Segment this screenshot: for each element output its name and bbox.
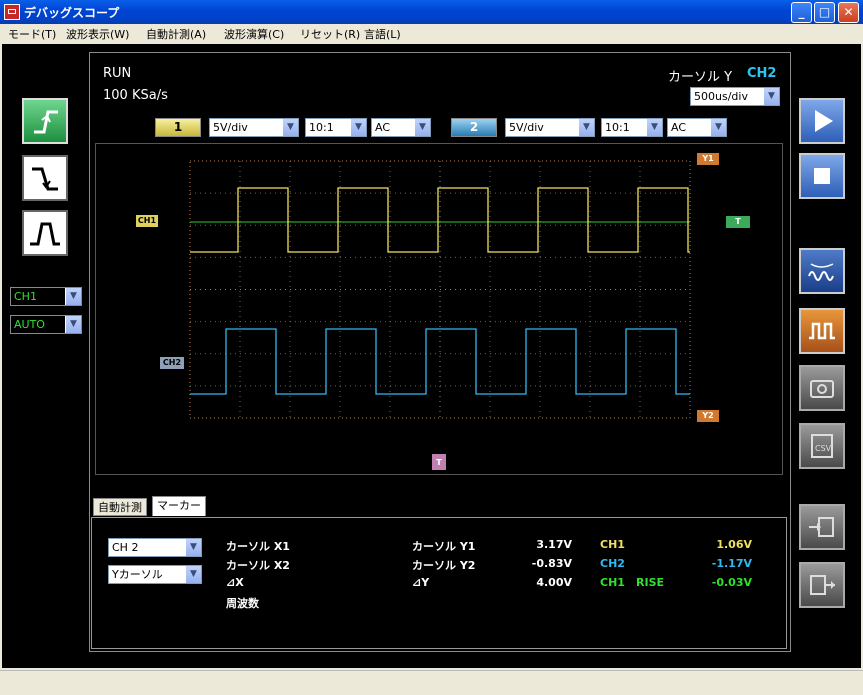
trigger-level-marker[interactable]: T — [726, 216, 750, 228]
csv-icon: CSV — [811, 434, 833, 458]
window-title: デバッグスコープ — [24, 6, 120, 20]
marker-channel-select[interactable]: CH 2 ▼ — [108, 538, 202, 557]
cursor-y2-label: カーソル Y2 — [412, 559, 476, 572]
waveform-display — [189, 160, 691, 419]
ch2-volt-div-select[interactable]: 5V/div ▼ — [505, 118, 595, 137]
delta-x-label: ⊿X — [226, 576, 244, 589]
menu-waveform-display[interactable]: 波形表示(W) — [66, 26, 129, 42]
cursor-y1-value: 3.17V — [536, 538, 572, 551]
screenshot-button[interactable] — [799, 365, 845, 411]
status-bar — [0, 670, 863, 695]
play-icon — [815, 110, 833, 132]
menu-bar: モード(T) 波形表示(W) 自動計測(A) 波形演算(C) リセット(R) 言… — [0, 24, 863, 44]
cursor-y1-marker[interactable]: Y1 — [697, 153, 719, 165]
tab-marker[interactable]: マーカー — [152, 496, 206, 516]
ch1-level-name: CH1 — [600, 538, 625, 551]
trigger-channel-name: CH1 — [600, 576, 625, 589]
cursor-y2-value: -0.83V — [531, 557, 572, 570]
delta-y-value: 4.00V — [536, 576, 572, 589]
app-window: デバッグスコープ _ □ ✕ モード(T) 波形表示(W) 自動計測(A) 波形… — [0, 0, 863, 695]
falling-edge-icon — [32, 167, 58, 191]
tab-auto-measure[interactable]: 自動計測 — [93, 498, 147, 516]
app-icon — [4, 4, 20, 20]
title-bar: デバッグスコープ _ □ ✕ — [0, 0, 863, 24]
sample-rate: 100 KSa/s — [103, 88, 168, 103]
ch1-button[interactable]: 1 — [155, 118, 201, 137]
trigger-source-select[interactable]: CH1 ▼ — [10, 287, 82, 306]
trigger-edge-type: RISE — [636, 576, 664, 589]
export-icon — [810, 575, 835, 595]
delta-y-label: ⊿Y — [412, 576, 430, 589]
minimize-icon[interactable]: _ — [791, 2, 812, 23]
run-status: RUN — [103, 66, 132, 81]
ch2-level-value: -1.17V — [711, 557, 752, 570]
waveform-icon — [808, 263, 834, 281]
camera-icon — [810, 380, 834, 398]
menu-waveform-math[interactable]: 波形演算(C) — [224, 26, 284, 42]
ch2-level-marker[interactable]: CH2 — [160, 357, 184, 369]
rising-edge-icon — [34, 110, 58, 134]
stop-button[interactable] — [799, 153, 845, 199]
ch2-coupling-select[interactable]: AC ▼ — [667, 118, 727, 137]
trigger-falling-button[interactable] — [22, 155, 68, 201]
both-edge-icon — [30, 222, 60, 246]
ch2-level-name: CH2 — [600, 557, 625, 570]
timebase-select[interactable]: 500us/div ▼ — [690, 87, 780, 106]
cursor-mode-label: カーソル Y — [668, 70, 733, 85]
cursor-mode-channel: CH2 — [747, 66, 777, 81]
pulse-icon — [809, 322, 835, 340]
trigger-both-edge-button[interactable] — [22, 210, 68, 256]
menu-language[interactable]: 言語(L) — [364, 26, 401, 42]
maximize-icon[interactable]: □ — [814, 2, 835, 23]
import-icon — [809, 517, 834, 537]
svg-text:CSV: CSV — [815, 444, 832, 453]
csv-export-button[interactable]: CSV — [799, 423, 845, 469]
menu-mode[interactable]: モード(T) — [8, 26, 56, 42]
ch1-coupling-select[interactable]: AC ▼ — [371, 118, 431, 137]
ch1-level-value: 1.06V — [716, 538, 752, 551]
stop-icon — [814, 168, 830, 184]
ch2-probe-select[interactable]: 10:1 ▼ — [601, 118, 663, 137]
trigger-level-value: -0.03V — [711, 576, 752, 589]
run-button[interactable] — [799, 98, 845, 144]
trigger-mode-select[interactable]: AUTO ▼ — [10, 315, 82, 334]
waveform-display-button[interactable] — [799, 248, 845, 294]
trigger-position-marker[interactable]: T — [432, 454, 446, 470]
ch1-level-marker[interactable]: CH1 — [136, 215, 158, 227]
export-button[interactable] — [799, 562, 845, 608]
scope-screen[interactable] — [95, 143, 783, 475]
import-button[interactable] — [799, 504, 845, 550]
cursor-type-select[interactable]: Yカーソル ▼ — [108, 565, 202, 584]
trigger-rising-button[interactable] — [22, 98, 68, 144]
cursor-x1-label: カーソル X1 — [226, 540, 290, 553]
ch1-probe-select[interactable]: 10:1 ▼ — [305, 118, 367, 137]
cursor-y1-label: カーソル Y1 — [412, 540, 476, 553]
ch1-volt-div-select[interactable]: 5V/div ▼ — [209, 118, 299, 137]
menu-auto-measure[interactable]: 自動計測(A) — [146, 26, 206, 42]
frequency-label: 周波数 — [226, 597, 259, 610]
cursor-y2-marker[interactable]: Y2 — [697, 410, 719, 422]
pulse-button[interactable] — [799, 308, 845, 354]
ch2-button[interactable]: 2 — [451, 118, 497, 137]
ch1-waveform — [190, 187, 690, 253]
cursor-x2-label: カーソル X2 — [226, 559, 290, 572]
menu-reset[interactable]: リセット(R) — [300, 26, 360, 42]
close-icon[interactable]: ✕ — [838, 2, 859, 23]
